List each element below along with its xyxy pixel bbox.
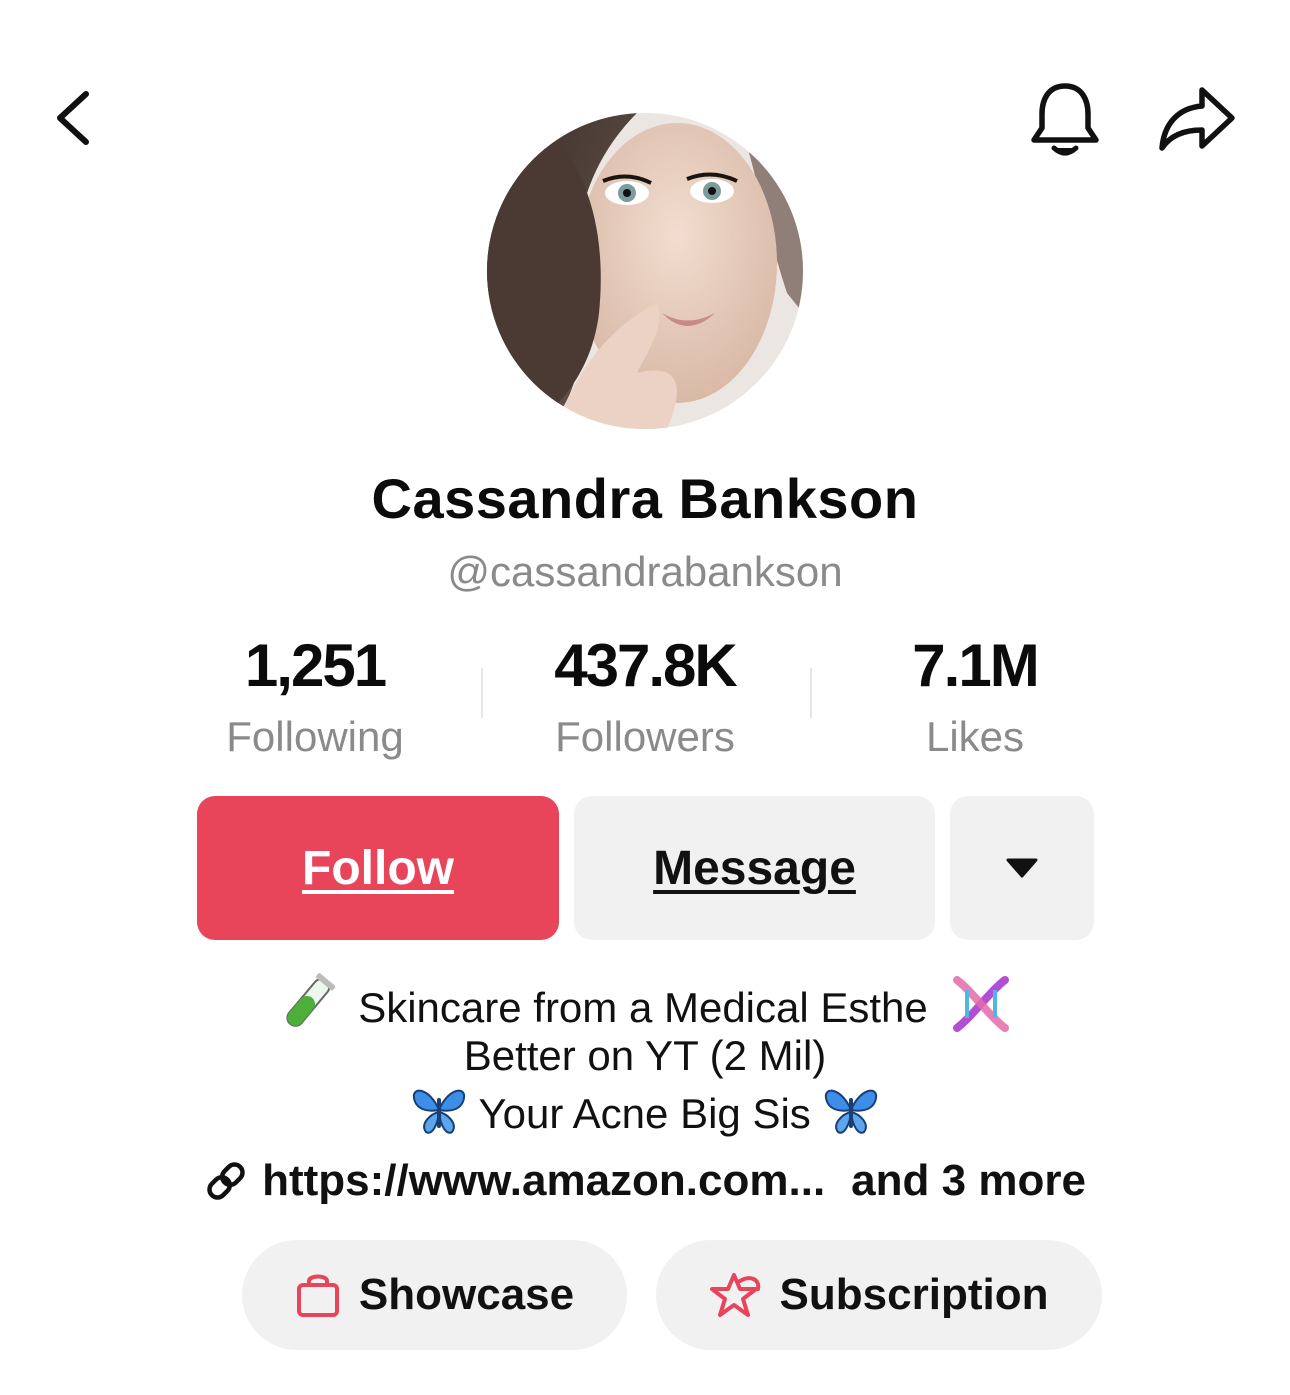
stat-label: Followers xyxy=(555,713,735,760)
profile-photo xyxy=(487,113,803,429)
stat-divider xyxy=(810,668,812,718)
showcase-button[interactable]: Showcase xyxy=(242,1240,627,1350)
chevron-left-icon xyxy=(57,91,89,145)
showcase-label: Showcase xyxy=(358,1270,575,1319)
bio-link[interactable]: https://www.amazon.com... xyxy=(262,1152,825,1210)
star-badge-icon xyxy=(709,1271,762,1319)
profile-handle: @cassandrabankson xyxy=(447,548,843,595)
stat-divider xyxy=(481,668,483,718)
stat-label: Following xyxy=(226,713,404,760)
share-button[interactable] xyxy=(1156,84,1238,156)
stat-likes[interactable]: 7.1M Likes xyxy=(825,630,1125,766)
bio-text: Your Acne Big Sis xyxy=(478,1090,811,1138)
share-arrow-icon xyxy=(1159,87,1235,151)
bell-icon xyxy=(1031,83,1099,156)
avatar[interactable] xyxy=(487,113,803,429)
stat-value: 1,251 xyxy=(244,632,387,699)
notification-button[interactable] xyxy=(1028,80,1102,160)
stat-followers[interactable]: 437.8K Followers xyxy=(495,630,795,766)
caret-down-icon xyxy=(1006,858,1038,878)
stat-value: 7.1M xyxy=(912,632,1039,699)
profile-name: Cassandra Bankson xyxy=(371,467,919,530)
subscription-button[interactable]: Subscription xyxy=(656,1240,1102,1350)
message-button[interactable]: Message xyxy=(574,796,935,940)
bio-text: Skincare from a Medical Esthe xyxy=(358,984,928,1032)
stat-following[interactable]: 1,251 Following xyxy=(165,630,465,766)
subscription-label: Subscription xyxy=(779,1270,1049,1319)
shopping-bag-icon xyxy=(295,1271,341,1319)
bio-link-row: https://www.amazon.com... and 3 more xyxy=(0,1152,1290,1210)
stat-value: 437.8K xyxy=(554,632,737,699)
bio-line: Your Acne Big Sis xyxy=(0,1084,1290,1150)
back-button[interactable] xyxy=(44,82,104,154)
link-icon xyxy=(204,1159,248,1203)
more-links[interactable]: and 3 more xyxy=(851,1152,1086,1210)
follow-button[interactable]: Follow xyxy=(197,796,559,940)
butterfly-emoji xyxy=(822,1084,880,1150)
stat-label: Likes xyxy=(925,713,1025,760)
more-options-button[interactable] xyxy=(950,796,1094,940)
bio-line: Better on YT (2 Mil) xyxy=(463,1032,827,1079)
butterfly-emoji xyxy=(410,1084,468,1150)
